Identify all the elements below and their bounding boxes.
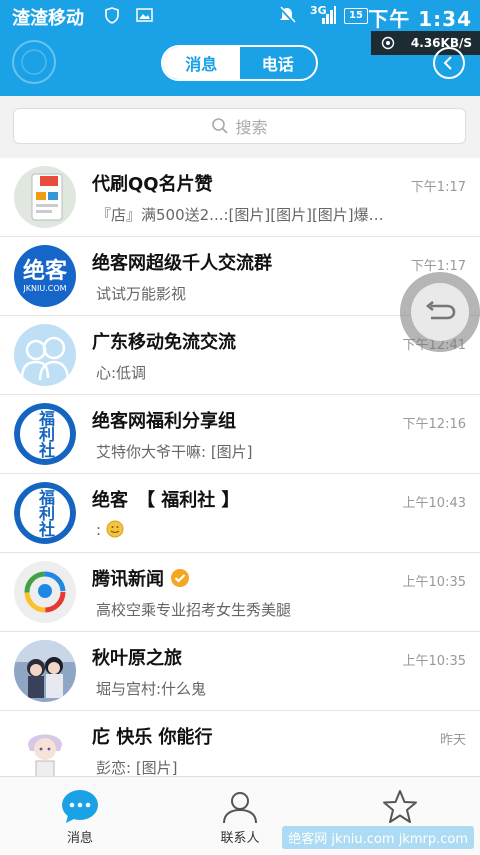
chat-bubble-icon (60, 789, 100, 829)
group-avatar (14, 640, 76, 702)
avatar-logo-text: 福利社 (14, 482, 76, 544)
group-avatar: 绝客 JKNIU.COM (14, 245, 76, 307)
group-avatar: 福利社 (14, 482, 76, 544)
conversation-row[interactable]: 福利社 绝客网福利分享组 艾特你大爷干嘛: [图片] 下午12:16 (0, 395, 480, 474)
avatar-logo-text: 绝客 (22, 258, 67, 284)
search-area: 搜索 (0, 96, 480, 158)
avatar-logo-text: 福利社 (14, 403, 76, 465)
conversation-preview: 试试万能影视 (96, 285, 187, 303)
conversation-row[interactable]: 腾讯新闻 高校空乘专业招考女生秀美腿 上午10:35 (0, 553, 480, 632)
watermark-text: 绝客网 jkniu.com jkmrp.com (282, 826, 474, 849)
hotspot-icon (381, 36, 395, 50)
tab-messages[interactable]: 消息 (163, 47, 240, 79)
conversation-preview: 艾特你大爷干嘛: [图片] (96, 443, 253, 461)
conversation-name: 绝客 【 福利社 】 (92, 490, 240, 511)
chevron-left-icon (443, 56, 452, 70)
carrier-name: 渣渣移动 (12, 8, 84, 29)
person-icon (220, 789, 260, 829)
floating-button-inner (411, 283, 469, 341)
clock: 下午 1:34 (368, 7, 472, 31)
battery-level: 15 (344, 8, 368, 24)
conversation-preview: 堀与宫村:什么鬼 (96, 680, 207, 698)
conversation-preview: 『店』满500送2...:[图片][图片][图片]爆… (96, 206, 384, 224)
image-icon (136, 7, 153, 26)
undo-arrow-icon (425, 300, 456, 320)
conversation-name: 腾讯新闻 (92, 565, 190, 591)
contact-avatar (14, 719, 76, 781)
tab-messages-bottom[interactable]: 消息 (20, 777, 140, 855)
conversation-preview: 高校空乘专业招考女生秀美腿 (96, 601, 292, 619)
conversation-name: 秋叶原之旅 (92, 648, 182, 669)
shield-icon (104, 7, 120, 28)
tab-messages-label: 消息 (66, 831, 93, 846)
conversation-row[interactable]: 代刷QQ名片赞 『店』满500送2...:[图片][图片][图片]爆… 下午1:… (0, 158, 480, 237)
header-bar: 消息 电话 4.36KB/S (0, 31, 480, 96)
news-avatar (14, 561, 76, 623)
search-placeholder: 搜索 (235, 118, 268, 137)
group-avatar (14, 166, 76, 228)
conversation-preview: 彭恋: [图片] (96, 759, 178, 777)
profile-avatar[interactable] (12, 40, 56, 84)
conversation-time: 上午10:35 (402, 575, 466, 590)
bell-mute-icon (277, 5, 297, 29)
group-avatar: 福利社 (14, 403, 76, 465)
group-avatar (14, 324, 76, 386)
tab-phone[interactable]: 电话 (240, 47, 317, 79)
conversation-preview: : (96, 520, 124, 539)
conversation-time: 上午10:43 (402, 496, 466, 511)
status-bar: 渣渣移动 3G 15 下午 1:34 (0, 0, 480, 31)
avatar-logo-subtext: JKNIU.COM (23, 283, 67, 293)
message-phone-switch: 消息 电话 (161, 45, 318, 81)
conversation-time: 昨天 (439, 733, 466, 748)
search-input[interactable]: 搜索 (13, 108, 466, 144)
conversation-name: 广东移动免流交流 (92, 332, 236, 353)
conversation-time: 下午12:16 (402, 417, 466, 432)
conversation-row[interactable]: 福利社 绝客 【 福利社 】 : 上午10:43 (0, 474, 480, 553)
conversation-name: 庀 快乐 你能行 (92, 727, 213, 748)
smiley-emoji-icon (106, 520, 124, 538)
conversation-preview: 心:低调 (96, 364, 147, 382)
conversation-time: 下午1:17 (410, 180, 466, 195)
conversation-name: 代刷QQ名片赞 (92, 174, 213, 195)
conversation-name: 绝客网超级千人交流群 (92, 253, 272, 274)
search-icon (212, 118, 229, 134)
conversation-row[interactable]: 秋叶原之旅 堀与宫村:什么鬼 上午10:35 (0, 632, 480, 711)
conversation-time: 上午10:35 (402, 654, 466, 669)
conversation-name: 绝客网福利分享组 (92, 411, 236, 432)
signal-icon (322, 6, 336, 28)
bottom-tab-bar: 消息 联系人 绝客网 jkniu.com jkmrp.com (0, 776, 480, 854)
floating-assistive-button[interactable] (400, 272, 480, 352)
back-button[interactable] (433, 47, 465, 79)
network-speed-overlay: 4.36KB/S (371, 31, 480, 55)
conversation-list: 代刷QQ名片赞 『店』满500送2...:[图片][图片][图片]爆… 下午1:… (0, 158, 480, 790)
star-icon (380, 789, 420, 829)
verified-badge-icon (171, 569, 190, 587)
